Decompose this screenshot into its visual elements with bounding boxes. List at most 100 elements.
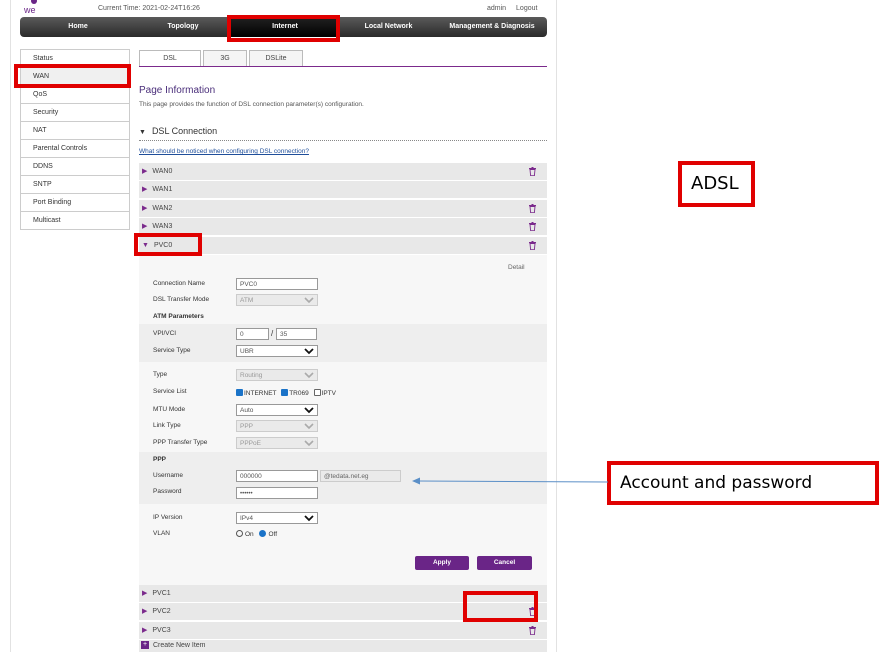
ip-version-label: IP Version bbox=[153, 514, 183, 521]
sidebar-item-sntp[interactable]: SNTP bbox=[21, 176, 129, 194]
connection-name-input[interactable]: PVC0 bbox=[236, 278, 318, 290]
expand-triangle-icon: ▶ bbox=[142, 608, 148, 615]
section-title[interactable]: ▼ DSL Connection bbox=[139, 126, 217, 136]
trash-icon[interactable] bbox=[529, 626, 536, 635]
nav-home[interactable]: Home bbox=[20, 17, 136, 37]
service-type-value: UBR bbox=[240, 348, 254, 355]
ppp-transfer-type-value: PPPoE bbox=[240, 440, 261, 447]
service-type-select[interactable]: UBR bbox=[236, 345, 318, 357]
svg-text:we: we bbox=[24, 5, 36, 14]
trash-icon[interactable] bbox=[529, 167, 536, 176]
password-label: Password bbox=[153, 488, 182, 495]
chevron-down-icon bbox=[304, 297, 314, 304]
adsl-callout: ADSL bbox=[678, 161, 755, 207]
ip-version-select[interactable]: IPv4 bbox=[236, 512, 318, 524]
current-time: Current Time: 2021-02-24T16:26 bbox=[98, 5, 200, 12]
username-link[interactable]: admin bbox=[487, 5, 506, 12]
tab-dslite[interactable]: DSLite bbox=[249, 50, 303, 67]
collapse-triangle-icon: ▼ bbox=[139, 129, 146, 136]
cancel-button[interactable]: Cancel bbox=[477, 556, 532, 570]
vci-input[interactable]: 35 bbox=[276, 328, 317, 340]
chevron-down-icon bbox=[304, 440, 314, 447]
type-select: Routing bbox=[236, 369, 318, 381]
sidebar-item-multicast[interactable]: Multicast bbox=[21, 212, 129, 230]
wan-row-label: WAN1 bbox=[152, 186, 173, 193]
vpi-input[interactable]: 0 bbox=[236, 328, 269, 340]
section-divider bbox=[139, 140, 547, 141]
vlan-on-radio[interactable] bbox=[236, 530, 243, 537]
wan-row-label: WAN3 bbox=[152, 223, 173, 230]
mtu-mode-label: MTU Mode bbox=[153, 406, 186, 413]
sidebar-item-security[interactable]: Security bbox=[21, 104, 129, 122]
trash-icon[interactable] bbox=[529, 222, 536, 231]
chevron-down-icon bbox=[304, 515, 314, 522]
sidebar-item-nat[interactable]: NAT bbox=[21, 122, 129, 140]
sidebar-item-qos[interactable]: QoS bbox=[21, 86, 129, 104]
dsl-transfer-mode-select: ATM bbox=[236, 294, 318, 306]
chevron-down-icon bbox=[304, 423, 314, 430]
notice-link[interactable]: What should be noticed when configuring … bbox=[139, 148, 309, 155]
pvc-row-label: PVC2 bbox=[152, 608, 171, 615]
wan-row-wan2[interactable]: ▶ WAN2 bbox=[139, 200, 547, 218]
iptv-checkbox[interactable] bbox=[313, 389, 321, 396]
sidebar-item-ddns[interactable]: DDNS bbox=[21, 158, 129, 176]
vlan-on-label: On bbox=[245, 531, 254, 538]
service-list-options: INTERNET TR069 IPTV bbox=[236, 389, 336, 397]
logout-link[interactable]: Logout bbox=[516, 5, 537, 12]
ip-version-value: IPv4 bbox=[240, 515, 254, 522]
tab-underline bbox=[139, 66, 547, 67]
pvc0-panel bbox=[139, 255, 547, 585]
sidebar-item-port-binding[interactable]: Port Binding bbox=[21, 194, 129, 212]
expand-triangle-icon: ▶ bbox=[142, 205, 148, 212]
page-title: Page Information bbox=[139, 85, 216, 96]
apply-button[interactable]: Apply bbox=[415, 556, 469, 570]
trash-icon[interactable] bbox=[529, 204, 536, 213]
section-title-text: DSL Connection bbox=[151, 126, 218, 136]
expand-triangle-icon: ▶ bbox=[142, 186, 148, 193]
atm-band bbox=[139, 324, 547, 362]
password-input[interactable]: •••••• bbox=[236, 487, 318, 499]
wan-row-label: WAN0 bbox=[152, 168, 173, 175]
callout-arrow bbox=[412, 477, 609, 485]
internet-checkbox[interactable] bbox=[236, 389, 243, 396]
create-new-item-button[interactable]: + Create New Item bbox=[139, 640, 547, 652]
chevron-down-icon bbox=[304, 372, 314, 379]
nav-management-diagnosis[interactable]: Management & Diagnosis bbox=[437, 17, 547, 37]
service-type-label: Service Type bbox=[153, 347, 191, 354]
detail-link[interactable]: Detail bbox=[508, 264, 525, 271]
internet-label: INTERNET bbox=[244, 390, 277, 397]
tr069-checkbox[interactable] bbox=[281, 389, 289, 396]
user-links: admin Logout bbox=[487, 5, 545, 12]
connection-name-label: Connection Name bbox=[153, 280, 206, 287]
ppp-transfer-type-label: PPP Transfer Type bbox=[153, 439, 208, 446]
tab-3g[interactable]: 3G bbox=[203, 50, 247, 67]
nav-local-network[interactable]: Local Network bbox=[340, 17, 437, 37]
type-value: Routing bbox=[240, 372, 263, 379]
ppp-transfer-type-select: PPPoE bbox=[236, 437, 318, 449]
page-description: This page provides the function of DSL c… bbox=[139, 101, 364, 108]
tab-dsl[interactable]: DSL bbox=[139, 50, 201, 67]
pvc-row-pvc3[interactable]: ▶ PVC3 bbox=[139, 622, 547, 640]
page-right-border bbox=[556, 0, 557, 652]
trash-icon[interactable] bbox=[529, 241, 536, 250]
expand-triangle-icon: ▶ bbox=[142, 223, 148, 230]
nav-topology[interactable]: Topology bbox=[136, 17, 230, 37]
vlan-off-label: Off bbox=[268, 531, 278, 538]
link-type-label: Link Type bbox=[153, 422, 181, 429]
sidebar-item-parental-controls[interactable]: Parental Controls bbox=[21, 140, 129, 158]
username-domain-suffix: @tedata.net.eg bbox=[320, 470, 401, 482]
wan-row-wan0[interactable]: ▶ WAN0 bbox=[139, 163, 547, 181]
tr069-label: TR069 bbox=[289, 390, 309, 397]
vlan-off-radio[interactable] bbox=[259, 530, 267, 537]
mtu-mode-select[interactable]: Auto bbox=[236, 404, 318, 416]
dsl-transfer-mode-label: DSL Transfer Mode bbox=[153, 296, 210, 303]
highlight-internet-tab bbox=[227, 15, 340, 42]
vpi-vci-label: VPI/VCI bbox=[153, 330, 177, 337]
ppp-heading: PPP bbox=[153, 456, 167, 463]
plus-icon: + bbox=[141, 641, 149, 650]
expand-triangle-icon: ▶ bbox=[142, 590, 148, 597]
highlight-wan-item bbox=[14, 64, 131, 88]
username-input[interactable]: 000000 bbox=[236, 470, 318, 482]
wan-row-wan1[interactable]: ▶ WAN1 bbox=[139, 181, 547, 199]
mtu-mode-value: Auto bbox=[240, 407, 254, 414]
